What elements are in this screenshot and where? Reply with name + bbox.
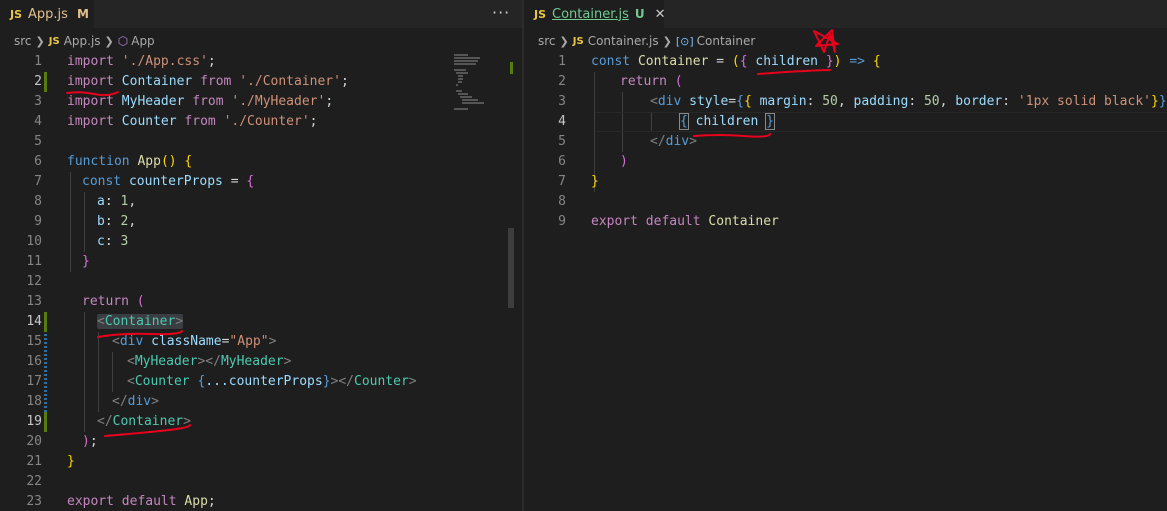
annotation-overlay: [693, 29, 839, 138]
underline-children-render: [693, 133, 771, 138]
annotation-overlay: [66, 91, 191, 437]
star-annotation: [813, 29, 839, 53]
underline-children-param: [757, 69, 831, 75]
left-editor-pane: JS App.js M ··· src ❯ JS App.js ❯ ⬡ App …: [0, 0, 522, 511]
underline-container-open: [97, 330, 183, 338]
right-editor-pane: JS Container.js U ✕ src ❯ JS Container.j…: [524, 0, 1167, 511]
underline-container-close: [104, 424, 191, 437]
underline-import: [66, 91, 119, 97]
